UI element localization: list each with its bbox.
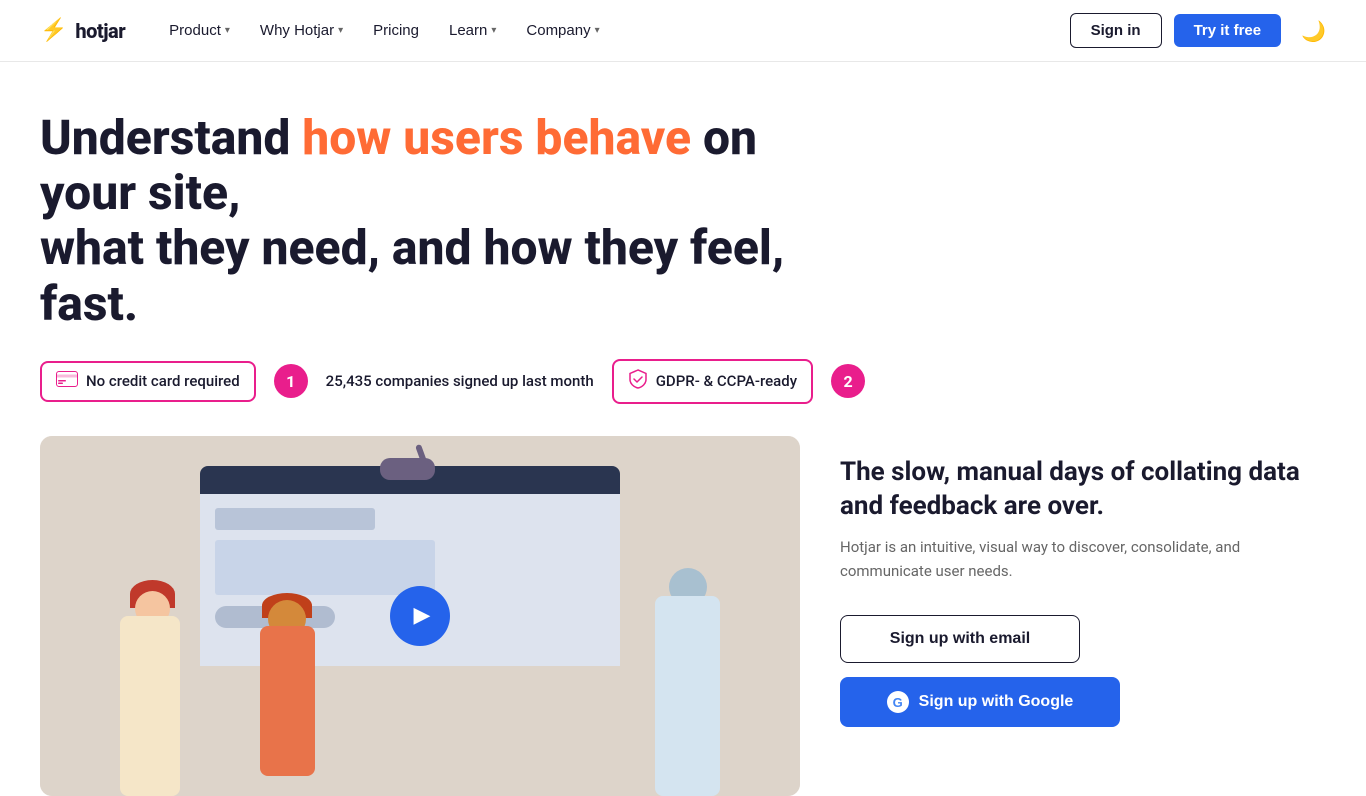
signup-email-button[interactable]: Sign up with email [840, 615, 1080, 663]
nav-learn[interactable]: Learn ▾ [437, 14, 508, 47]
companies-signed-up-text: 25,435 companies signed up last month [326, 372, 594, 390]
badges-row: No credit card required 1 25,435 compani… [40, 359, 1326, 404]
right-subtext: Hotjar is an intuitive, visual way to di… [840, 535, 1326, 583]
monitor-element-1 [215, 508, 375, 530]
no-credit-card-label: No credit card required [86, 372, 240, 390]
monitor-element-2 [215, 540, 435, 595]
google-logo: G [887, 691, 909, 713]
dark-mode-toggle[interactable]: 🌙 [1301, 19, 1326, 43]
hero-section: Understand how users behave on your site… [0, 62, 1366, 404]
credit-card-icon [56, 371, 78, 392]
signup-google-button[interactable]: G Sign up with Google [840, 677, 1120, 727]
person-left-body [120, 616, 180, 796]
logo[interactable]: ⚡ hotjar [40, 18, 125, 43]
play-icon: ▶ [414, 603, 431, 628]
nav-company[interactable]: Company ▾ [514, 14, 611, 47]
nav-right: Sign in Try it free 🌙 [1070, 13, 1326, 48]
video-area[interactable]: ▶ [40, 436, 800, 796]
gdpr-label: GDPR- & CCPA-ready [656, 372, 797, 390]
try-it-free-button[interactable]: Try it free [1174, 14, 1282, 47]
logo-text: hotjar [75, 19, 125, 43]
badge-gdpr: GDPR- & CCPA-ready [612, 359, 813, 404]
chevron-down-icon: ▾ [491, 25, 496, 36]
sign-in-button[interactable]: Sign in [1070, 13, 1162, 48]
navbar: ⚡ hotjar Product ▾ Why Hotjar ▾ Pricing … [0, 0, 1366, 62]
play-button[interactable]: ▶ [390, 586, 450, 646]
hero-headline-highlight: how users behave [302, 109, 691, 166]
chevron-down-icon: ▾ [595, 25, 600, 36]
logo-icon: ⚡ [40, 18, 67, 43]
badge-number-1: 1 [274, 364, 308, 398]
right-content: The slow, manual days of collating data … [840, 436, 1326, 796]
badge-no-credit-card: No credit card required [40, 361, 256, 402]
chevron-down-icon: ▾ [338, 25, 343, 36]
video-placeholder: ▶ [40, 436, 800, 796]
nav-why-hotjar[interactable]: Why Hotjar ▾ [248, 14, 355, 47]
nav-links: Product ▾ Why Hotjar ▾ Pricing Learn ▾ C… [157, 14, 611, 47]
nav-left: ⚡ hotjar Product ▾ Why Hotjar ▾ Pricing … [40, 14, 612, 47]
badge-number-2: 2 [831, 364, 865, 398]
nav-product[interactable]: Product ▾ [157, 14, 242, 47]
shield-icon [628, 369, 648, 394]
main-content: ▶ The slow, manual days of collating dat… [0, 436, 1366, 796]
chevron-down-icon: ▾ [225, 25, 230, 36]
person-mid-body [260, 626, 315, 776]
hero-headline-plain: Understand [40, 109, 302, 166]
nav-pricing[interactable]: Pricing [361, 14, 431, 47]
hero-headline: Understand how users behave on your site… [40, 110, 860, 331]
person-right-body [655, 596, 720, 796]
google-g-icon: G [893, 695, 903, 710]
right-headline: The slow, manual days of collating data … [840, 456, 1326, 524]
